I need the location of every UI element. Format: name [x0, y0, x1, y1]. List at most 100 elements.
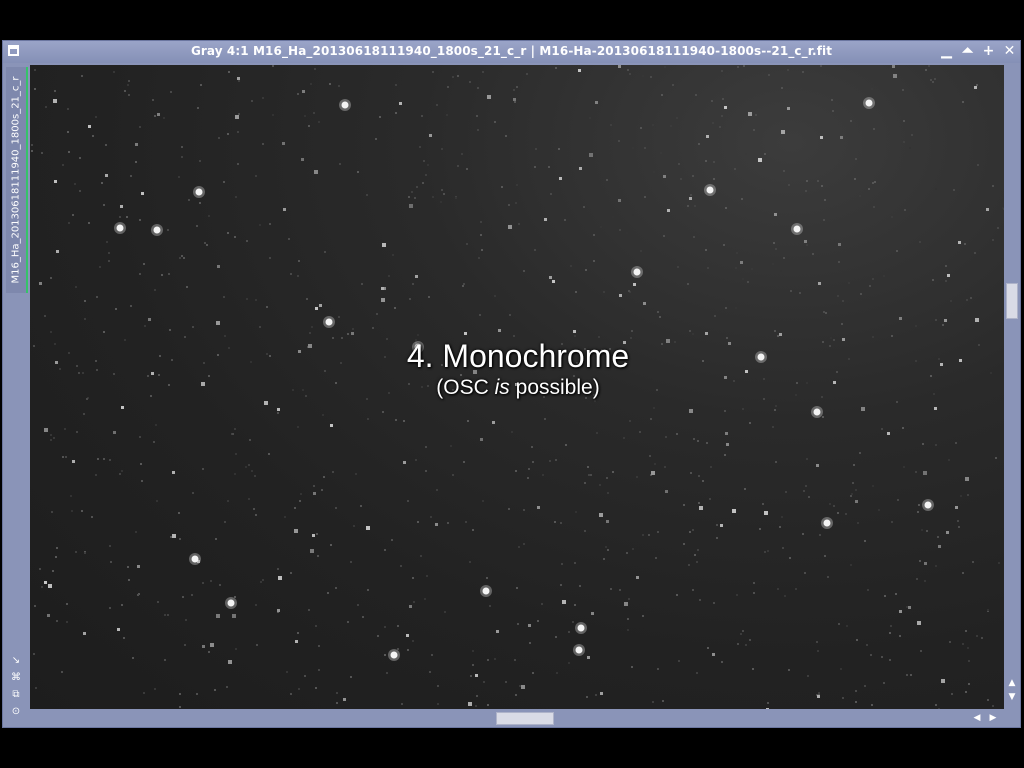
noise-speck	[925, 69, 927, 71]
noise-speck	[855, 489, 857, 491]
view-identifier-tab[interactable]: M16_Ha_20130618111940_1800s_21_c_r	[6, 67, 28, 293]
noise-speck	[315, 625, 317, 627]
minimize-button[interactable]: ▁	[940, 43, 953, 59]
noise-speck	[560, 522, 562, 524]
noise-speck	[981, 637, 983, 639]
shade-button[interactable]: ⏶	[961, 43, 974, 59]
cursor-icon[interactable]: ↘	[9, 654, 23, 668]
noise-speck	[214, 689, 216, 691]
scroll-right-arrow[interactable]: ▶	[986, 711, 1000, 725]
noise-speck	[577, 66, 579, 68]
noise-speck	[246, 298, 248, 300]
noise-speck	[391, 539, 393, 541]
bright-star	[924, 501, 932, 509]
vertical-scroll-thumb[interactable]	[1006, 283, 1018, 319]
noise-speck	[262, 97, 264, 99]
maximize-button[interactable]: +	[982, 43, 995, 59]
star	[587, 656, 590, 659]
clone-icon[interactable]: ⧉	[9, 688, 23, 702]
scroll-down-arrow[interactable]: ▼	[1004, 691, 1020, 703]
pin-icon[interactable]: ⌘	[9, 671, 23, 685]
noise-speck	[542, 474, 544, 476]
noise-speck	[740, 633, 742, 635]
bright-star	[706, 186, 714, 194]
noise-speck	[31, 144, 33, 146]
image-viewport[interactable]: 4. Monochrome (OSC is possible)	[30, 65, 1006, 709]
star	[924, 562, 927, 565]
noise-speck	[664, 466, 666, 468]
star	[382, 243, 386, 247]
bright-star	[191, 555, 199, 563]
noise-speck	[161, 274, 163, 276]
noise-speck	[596, 432, 598, 434]
noise-speck	[428, 296, 430, 298]
noise-speck	[764, 551, 766, 553]
noise-speck	[384, 626, 386, 628]
noise-speck	[54, 90, 56, 92]
noise-speck	[384, 549, 386, 551]
star	[409, 605, 412, 608]
star	[636, 576, 639, 579]
noise-speck	[472, 664, 474, 666]
noise-speck	[70, 495, 72, 497]
title-bar[interactable]: Gray 4:1 M16_Ha_20130618111940_1800s_21_…	[3, 41, 1020, 63]
noise-speck	[248, 464, 250, 466]
noise-speck	[881, 428, 883, 430]
noise-speck	[179, 693, 181, 695]
noise-speck	[422, 182, 424, 184]
noise-speck	[218, 137, 220, 139]
noise-speck	[751, 268, 753, 270]
noise-speck	[716, 524, 718, 526]
noise-speck	[775, 461, 777, 463]
noise-speck	[425, 470, 427, 472]
noise-speck	[935, 704, 937, 706]
noise-speck	[487, 704, 489, 706]
star	[277, 408, 280, 411]
horizontal-scrollbar[interactable]: ◀ ▶	[30, 709, 1006, 727]
star	[343, 698, 346, 701]
scroll-left-arrow[interactable]: ◀	[970, 711, 984, 725]
noise-speck	[968, 660, 970, 662]
noise-speck	[935, 188, 937, 190]
star	[48, 584, 52, 588]
noise-speck	[929, 251, 931, 253]
noise-speck	[297, 632, 299, 634]
noise-speck	[600, 226, 602, 228]
noise-speck	[652, 124, 654, 126]
target-icon[interactable]: ⊙	[9, 705, 23, 719]
noise-speck	[749, 639, 751, 641]
scroll-up-arrow[interactable]: ▲	[1004, 677, 1020, 689]
noise-speck	[62, 164, 64, 166]
noise-speck	[219, 584, 221, 586]
star	[521, 685, 525, 689]
noise-speck	[323, 476, 325, 478]
noise-speck	[127, 566, 129, 568]
noise-speck	[903, 141, 905, 143]
star	[899, 317, 902, 320]
noise-speck	[824, 199, 826, 201]
star	[295, 640, 298, 643]
noise-speck	[463, 461, 465, 463]
noise-speck	[153, 441, 155, 443]
noise-speck	[403, 420, 405, 422]
noise-speck	[903, 466, 905, 468]
noise-speck	[508, 508, 510, 510]
noise-speck	[649, 455, 651, 457]
star	[319, 304, 322, 307]
noise-speck	[227, 232, 229, 234]
noise-speck	[896, 250, 898, 252]
noise-speck	[350, 676, 352, 678]
noise-speck	[386, 672, 388, 674]
close-button[interactable]: ✕	[1003, 43, 1016, 59]
noise-speck	[429, 671, 431, 673]
noise-speck	[483, 681, 485, 683]
noise-speck	[845, 513, 847, 515]
noise-speck	[823, 311, 825, 313]
noise-speck	[352, 328, 354, 330]
noise-speck	[752, 668, 754, 670]
noise-speck	[716, 537, 718, 539]
noise-speck	[188, 199, 190, 201]
horizontal-scroll-thumb[interactable]	[496, 712, 554, 725]
noise-speck	[915, 325, 917, 327]
vertical-scrollbar[interactable]: ▲ ▼	[1004, 65, 1020, 709]
